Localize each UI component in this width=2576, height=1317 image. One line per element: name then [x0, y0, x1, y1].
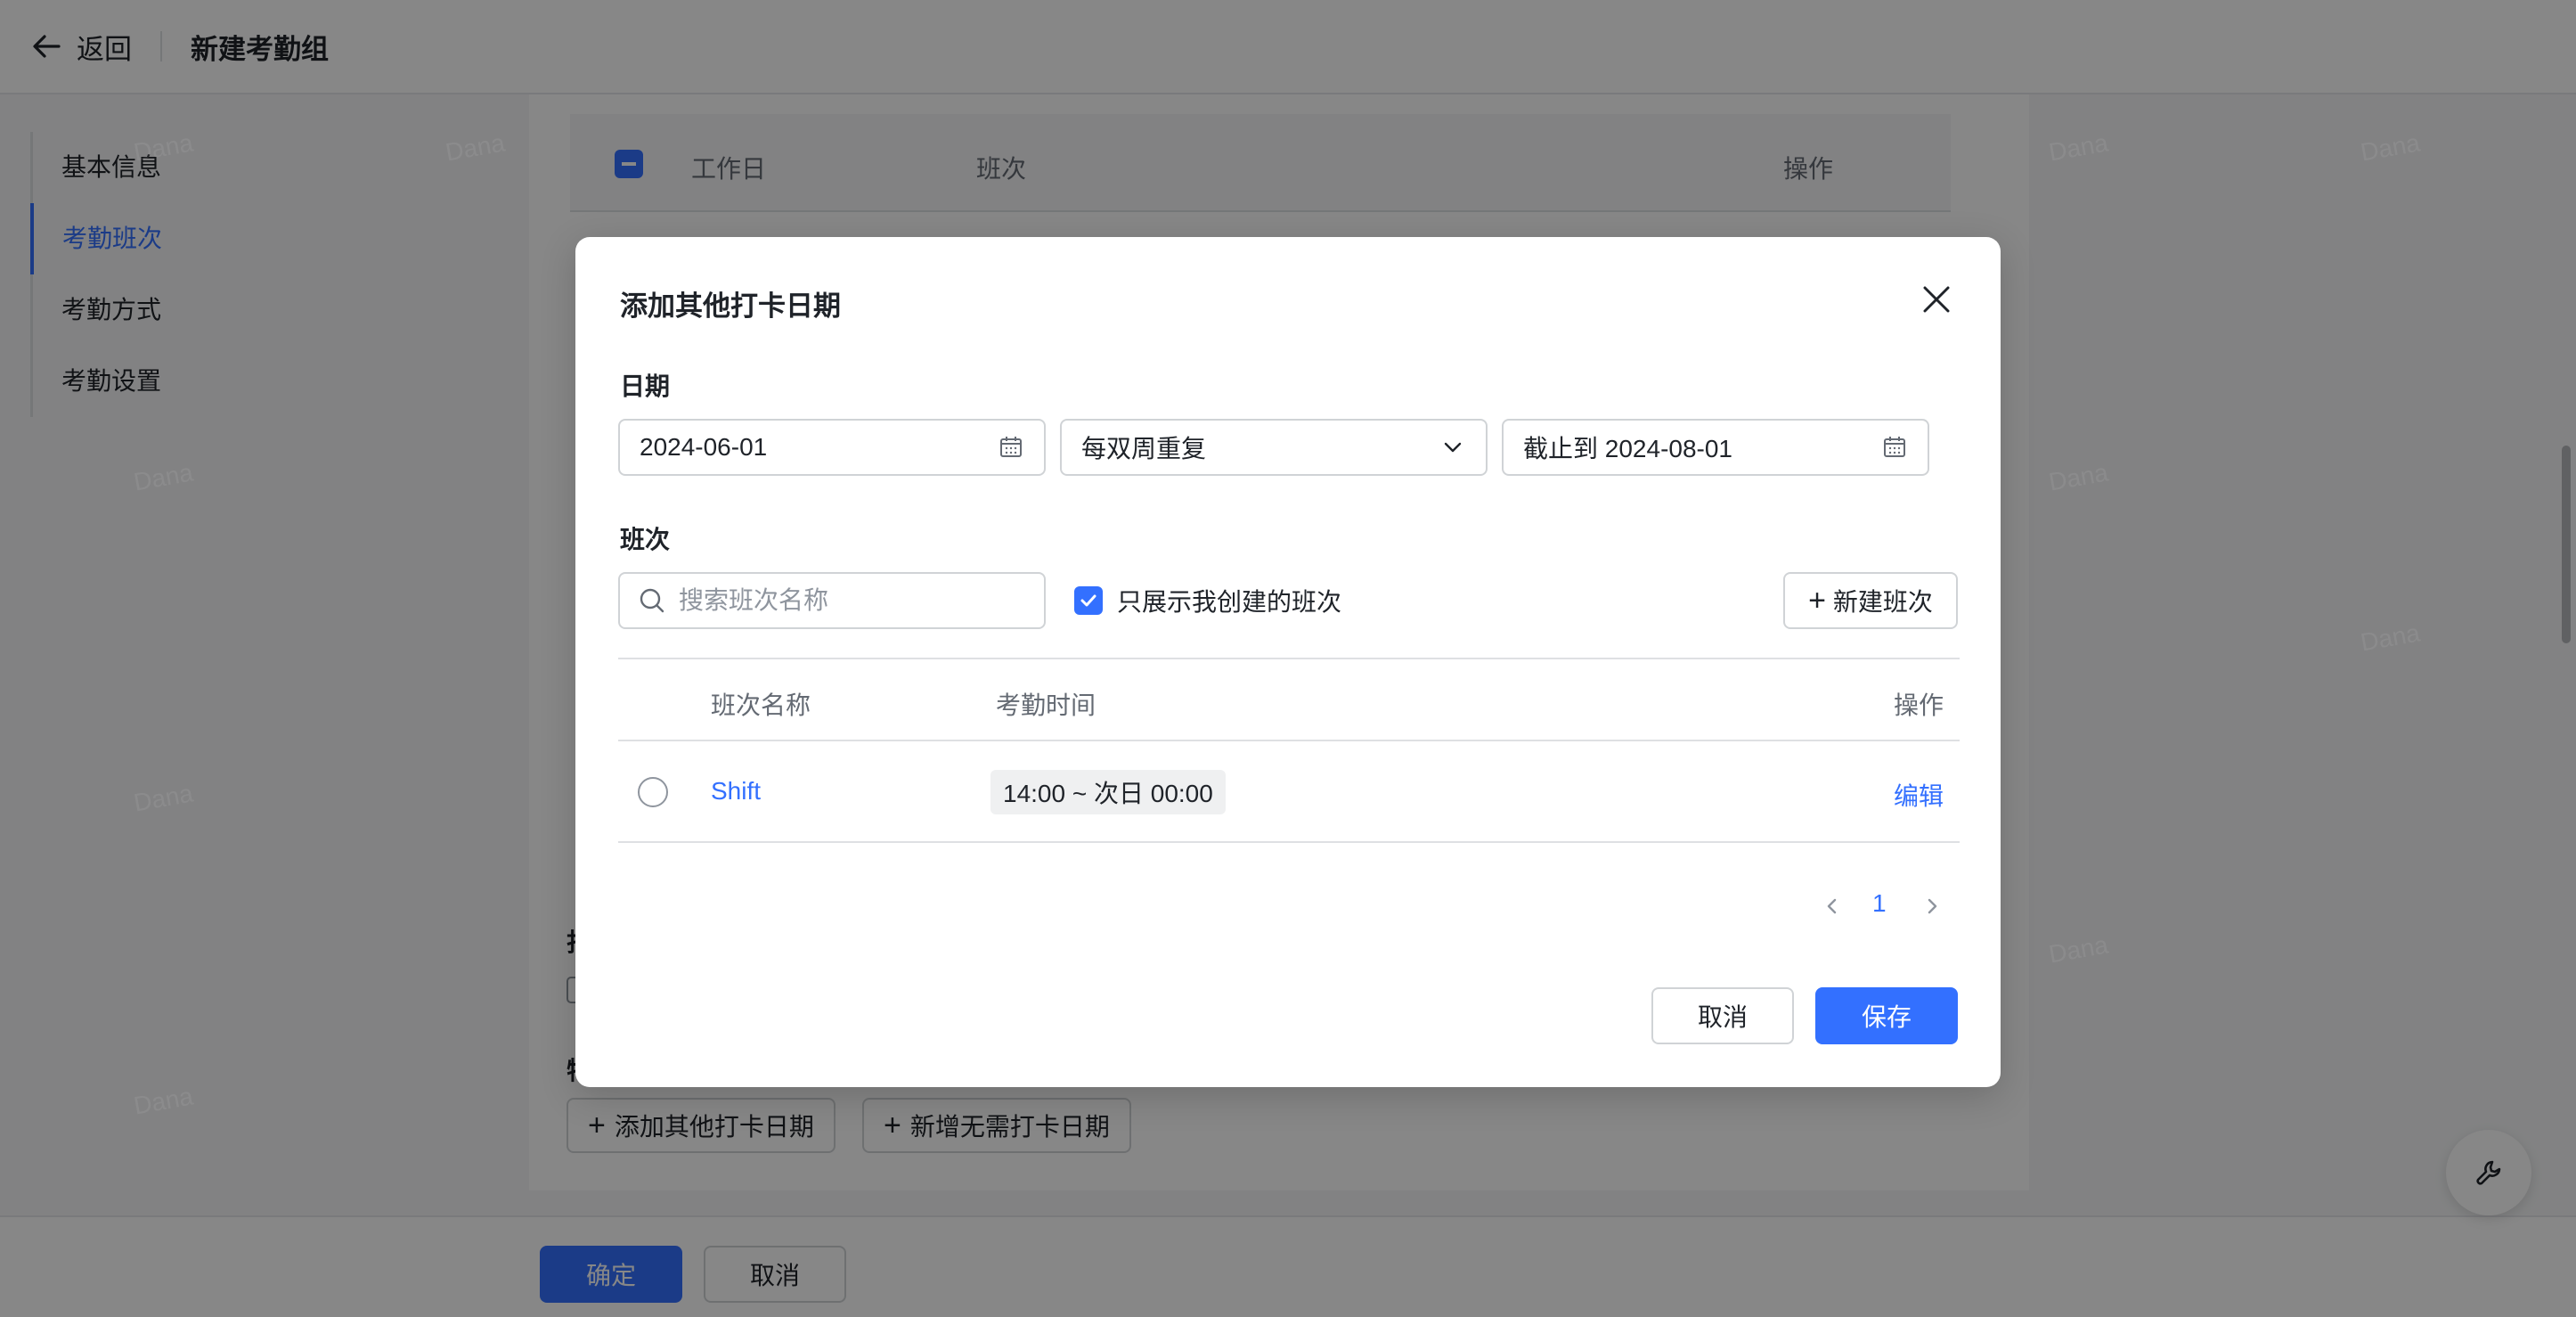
watermark: Dana [2046, 458, 2111, 496]
start-date-picker[interactable]: 2024-06-01 [618, 419, 1046, 476]
check-icon [1080, 594, 1096, 607]
watermark: Dana [2046, 930, 2111, 969]
watermark: Dana [2358, 618, 2423, 657]
chevron-left-icon[interactable] [1819, 893, 1846, 920]
close-icon[interactable] [1919, 282, 1954, 317]
only-mine-toggle[interactable]: 只展示我创建的班次 [1074, 583, 1341, 618]
save-button[interactable]: 保存 [1815, 987, 1958, 1044]
date-section-label: 日期 [620, 372, 671, 400]
new-shift-button[interactable]: + 新建班次 [1783, 572, 1958, 629]
col-shift-name: 班次名称 [711, 691, 811, 719]
calendar-icon [1884, 437, 1905, 457]
add-clock-date-dialog: 添加其他打卡日期 日期 2024-06-01 每双周重复 截止到 2024-08… [575, 237, 2001, 1087]
shift-search-box[interactable] [618, 572, 1046, 629]
start-date-value: 2024-06-01 [640, 433, 768, 461]
end-date-picker[interactable]: 截止到 2024-08-01 [1502, 419, 1929, 476]
search-icon [640, 588, 664, 613]
repeat-select[interactable]: 每双周重复 [1060, 419, 1488, 476]
end-date-value: 截止到 2024-08-01 [1523, 435, 1733, 462]
pagination: 1 [575, 880, 2001, 934]
watermark: Dana [131, 1082, 196, 1120]
watermark: Dana [2046, 128, 2111, 167]
edit-shift-link[interactable]: 编辑 [1894, 777, 1944, 813]
shift-table: 班次名称 考勤时间 操作 Shift 14:00 ~ 次日 00:00 编辑 [618, 658, 1960, 843]
col-actions: 操作 [1894, 691, 1944, 719]
chevron-down-icon [1444, 442, 1462, 453]
plus-icon: + [1808, 584, 1826, 618]
shift-name-link[interactable]: Shift [711, 777, 761, 806]
page-number[interactable]: 1 [1872, 889, 1887, 918]
watermark: Dana [131, 128, 196, 167]
watermark: Dana [131, 779, 196, 817]
only-mine-checkbox[interactable] [1074, 586, 1103, 615]
shift-section-label: 班次 [620, 526, 671, 553]
shift-search-input[interactable] [679, 586, 1026, 615]
watermark: Dana [2358, 128, 2423, 167]
shift-radio[interactable] [638, 777, 668, 807]
repeat-select-value: 每双周重复 [1081, 435, 1207, 462]
chevron-right-icon[interactable] [1919, 893, 1945, 920]
new-shift-label: 新建班次 [1832, 588, 1933, 616]
watermark: Dana [131, 458, 196, 496]
col-clock-time: 考勤时间 [996, 691, 1096, 719]
cancel-button[interactable]: 取消 [1651, 987, 1794, 1044]
table-row: Shift 14:00 ~ 次日 00:00 编辑 [618, 741, 1960, 843]
shift-time-tag: 14:00 ~ 次日 00:00 [990, 770, 1226, 814]
shift-table-header: 班次名称 考勤时间 操作 [618, 658, 1960, 741]
only-mine-label: 只展示我创建的班次 [1117, 588, 1342, 616]
watermark: Dana [443, 128, 508, 167]
calendar-icon [1000, 437, 1022, 457]
dialog-title: 添加其他打卡日期 [620, 290, 841, 322]
